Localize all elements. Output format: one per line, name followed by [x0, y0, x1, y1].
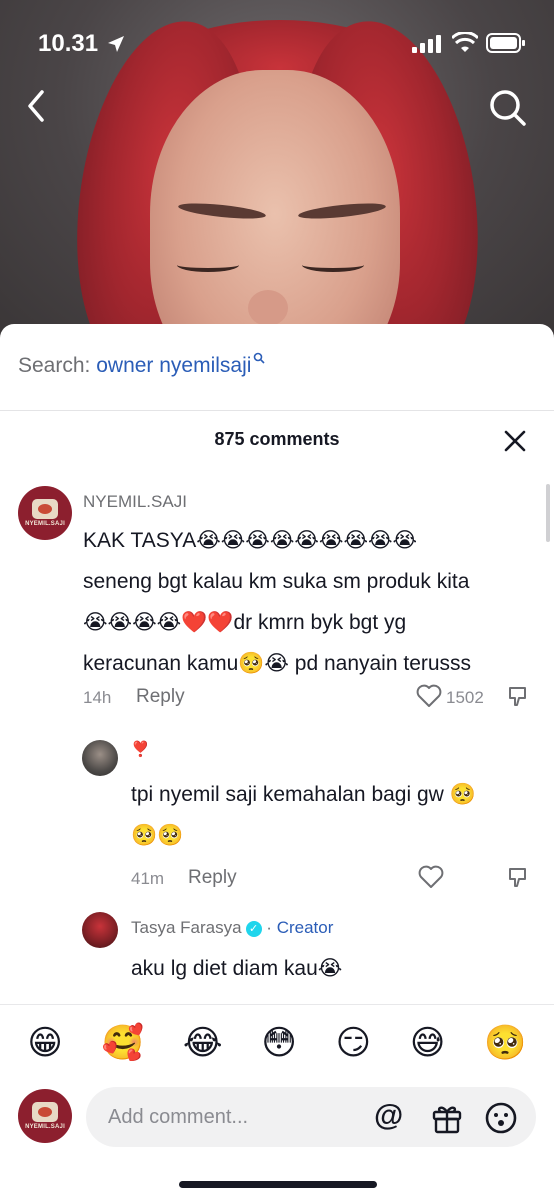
divider	[0, 410, 554, 411]
avatar[interactable]	[82, 740, 118, 776]
comment-input-box[interactable]: @	[86, 1087, 536, 1147]
emoji-picker-icon[interactable]	[484, 1101, 518, 1135]
cellular-signal-icon	[412, 35, 441, 53]
comment-username[interactable]: Tasya Farasya ✓ · Creator	[131, 918, 333, 938]
comment-line: tpi nyemil saji kemahalan bagi gw 🥺	[131, 783, 476, 806]
home-indicator[interactable]	[179, 1181, 377, 1188]
close-icon[interactable]	[502, 428, 528, 454]
creator-label: Creator	[276, 918, 334, 937]
video-preview[interactable]: 10.31	[0, 0, 554, 340]
search-label: Search:	[18, 354, 91, 377]
comment-text: KAK TASYA😭😭😭😭😭😭😭😭😭 seneng bgt kalau km s…	[83, 520, 523, 684]
avatar-label: NYEMIL.SAJI	[25, 521, 65, 527]
emoji-button[interactable]: 😏	[336, 1023, 371, 1063]
dislike-icon[interactable]	[507, 684, 531, 708]
comment-username[interactable]: NYEMIL.SAJI	[83, 492, 187, 512]
search-query[interactable]: owner nyemilsaji	[96, 354, 251, 377]
comments-count: 875 comments	[214, 429, 340, 449]
brand-logo	[32, 1102, 58, 1122]
comment-line: 😭😭😭😭❤️❤️dr kmrn byk bgt yg	[83, 611, 407, 634]
emoji-button[interactable]: 😅	[410, 1023, 445, 1063]
brand-logo	[32, 499, 58, 519]
emoji-button[interactable]: 🥺	[484, 1023, 526, 1063]
scrollbar[interactable]	[546, 484, 550, 542]
heart-icon[interactable]	[418, 865, 444, 889]
gift-icon[interactable]	[430, 1101, 464, 1135]
reply-button[interactable]: Reply	[136, 686, 185, 708]
my-avatar[interactable]: NYEMIL.SAJI	[18, 1089, 72, 1143]
comment-username[interactable]: ❣️	[131, 740, 150, 758]
video-nose	[248, 290, 288, 326]
emoji-quick-bar: 😁 🥰 😂 😳 😏 😅 🥺	[0, 1023, 554, 1063]
emoji-button[interactable]: 😂	[183, 1023, 223, 1063]
comment-text: tpi nyemil saji kemahalan bagi gw 🥺 🥺🥺	[131, 774, 531, 856]
battery-icon	[486, 33, 525, 53]
emoji-button[interactable]: 🥰	[102, 1023, 144, 1063]
dislike-icon[interactable]	[507, 865, 531, 889]
location-arrow-icon	[108, 36, 124, 52]
comment-composer-area: 😁 🥰 😂 😳 😏 😅 🥺 NYEMIL.SAJI @	[0, 1004, 554, 1200]
comment-line: keracunan kamu🥺😭 pd nanyain terusss	[83, 652, 472, 675]
avatar[interactable]	[82, 912, 118, 948]
creator-name[interactable]: Tasya Farasya	[131, 918, 242, 937]
comment-line: KAK TASYA😭😭😭😭😭😭😭😭😭	[83, 529, 418, 552]
emoji-button[interactable]: 😁	[27, 1023, 62, 1063]
comment-line: 🥺🥺	[131, 824, 184, 847]
wifi-icon	[452, 32, 478, 52]
heart-icon[interactable]	[416, 684, 442, 708]
comment-time: 14h	[83, 688, 112, 707]
status-bar: 10.31	[0, 28, 554, 62]
reply-button[interactable]: Reply	[188, 867, 237, 889]
search-suggestion[interactable]: Search: owner nyemilsaji	[18, 352, 266, 378]
verified-badge-icon: ✓	[245, 920, 262, 937]
separator-dot: ·	[266, 918, 272, 937]
like-count: 1502	[446, 688, 484, 707]
back-icon[interactable]	[18, 86, 58, 126]
search-icon[interactable]	[486, 86, 530, 130]
comment-time: 41m	[131, 869, 165, 888]
video-eye-left	[177, 258, 239, 272]
avatar[interactable]: NYEMIL.SAJI	[18, 486, 72, 540]
comment-input[interactable]	[108, 1101, 358, 1133]
search-small-icon	[254, 352, 266, 364]
comment-line: aku lg diet diam kau😭	[131, 957, 343, 980]
status-time: 10.31	[38, 30, 99, 57]
avatar-label: NYEMIL.SAJI	[25, 1124, 65, 1130]
mention-button[interactable]: @	[374, 1099, 403, 1133]
comment-text: aku lg diet diam kau😭	[131, 948, 531, 989]
emoji-button[interactable]: 😳	[261, 1023, 296, 1063]
video-eye-right	[302, 258, 364, 272]
comment-line: seneng bgt kalau km suka sm produk kita	[83, 570, 470, 593]
